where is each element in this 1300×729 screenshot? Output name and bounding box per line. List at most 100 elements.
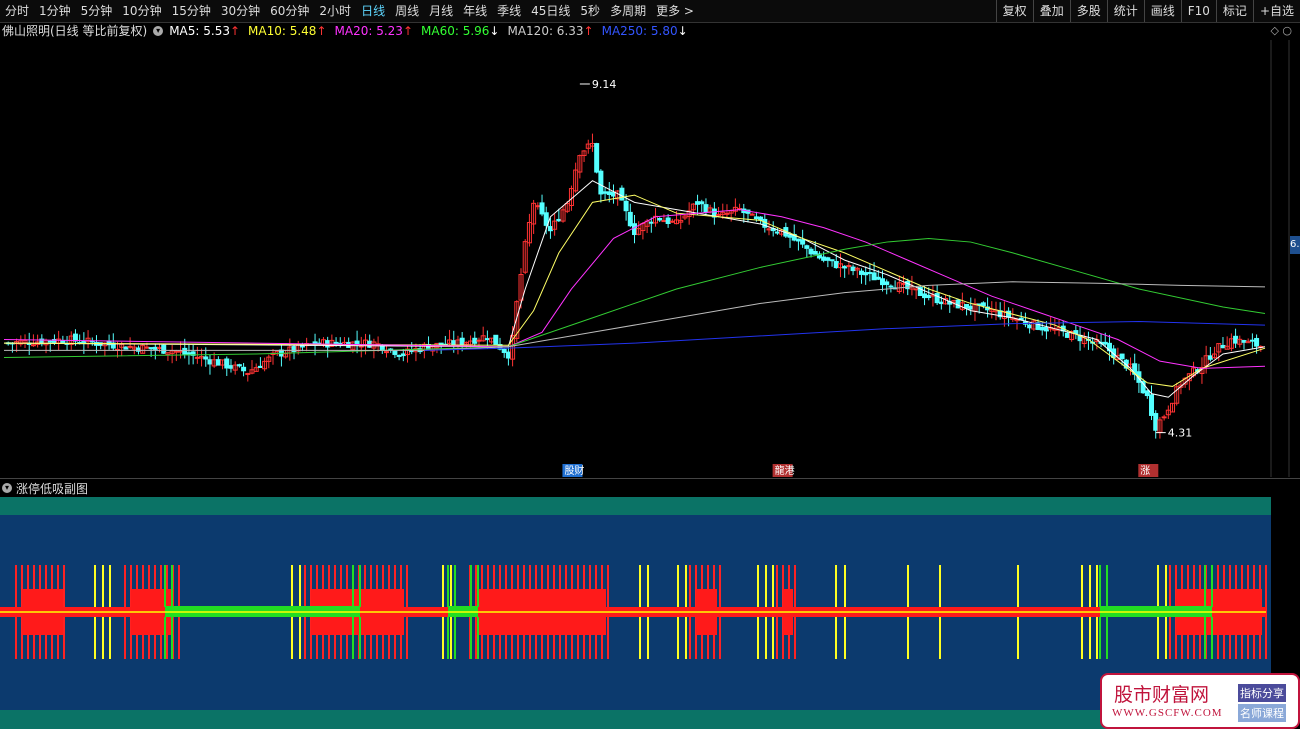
timeframe-tab[interactable]: 分时 xyxy=(0,0,34,22)
event-tag-label: 涨 xyxy=(1140,465,1150,477)
candle-body xyxy=(875,276,881,280)
price-axis-marker: 6. xyxy=(1290,236,1300,254)
toolbar-button[interactable]: 标记 xyxy=(1215,0,1253,22)
trend-arrow-icon: ↑ xyxy=(316,23,327,38)
low-price-label: 4.31 xyxy=(1168,427,1193,440)
timeframe-tab[interactable]: 年线 xyxy=(458,0,492,22)
timeframe-tab[interactable]: 45日线 xyxy=(526,0,575,22)
candle-body xyxy=(850,266,856,272)
timeframe-tab[interactable]: 日线 xyxy=(356,0,390,22)
candle-body xyxy=(207,359,213,365)
candle-body xyxy=(846,265,852,268)
candle-body xyxy=(606,191,612,195)
toolbar-button[interactable]: 画线 xyxy=(1143,0,1181,22)
candle-body xyxy=(980,302,986,307)
candle-body xyxy=(241,366,247,372)
watermark-badge: 名师课程 xyxy=(1238,704,1286,722)
ma-value: MA5: 5.53↑ xyxy=(169,23,241,38)
candle-body xyxy=(774,231,780,234)
candle-body xyxy=(236,364,242,367)
candle-body xyxy=(215,359,221,366)
candle-body xyxy=(1027,324,1033,329)
timeframe-tab[interactable]: 2小时 xyxy=(314,0,356,22)
toolbar-button[interactable]: 复权 xyxy=(995,0,1033,22)
toolbar-button[interactable]: 叠加 xyxy=(1032,0,1070,22)
candle-body xyxy=(400,353,406,357)
candle-body xyxy=(812,251,818,255)
timeframe-tab[interactable]: 10分钟 xyxy=(117,0,166,22)
candle-body xyxy=(493,334,499,346)
candle-body xyxy=(804,245,810,249)
candle-body xyxy=(863,272,869,276)
candle-body xyxy=(484,338,490,341)
candle-body xyxy=(539,202,545,215)
candle-body xyxy=(632,223,637,236)
toolbar-button[interactable]: 统计 xyxy=(1106,0,1144,22)
candle-body xyxy=(934,293,940,304)
candle-body xyxy=(1233,335,1239,344)
candle-body xyxy=(871,272,877,281)
candlestick-chart[interactable]: 9.14 4.31 股财 龍港 涨 xyxy=(0,40,1300,477)
timeframe-tab[interactable]: 5秒 xyxy=(575,0,605,22)
timeframe-tab[interactable]: 季线 xyxy=(492,0,526,22)
timeframe-tab[interactable]: 更多 > xyxy=(651,0,699,22)
timeframe-tab[interactable]: 60分钟 xyxy=(265,0,314,22)
candle-body xyxy=(867,271,873,274)
candle-body xyxy=(913,288,919,291)
candle-body xyxy=(665,217,671,224)
candle-body xyxy=(476,339,482,342)
timeframe-tab[interactable]: 30分钟 xyxy=(216,0,265,22)
collapse-icon[interactable]: ▾ xyxy=(2,483,12,493)
candle-body xyxy=(753,216,759,220)
panel-control-icons[interactable]: ◇ ○ xyxy=(1270,24,1292,37)
candle-body xyxy=(556,218,562,222)
candle-body xyxy=(257,365,263,368)
candle-body xyxy=(245,372,251,375)
ma5-line xyxy=(3,180,1266,398)
toolbar-button[interactable]: 多股 xyxy=(1069,0,1107,22)
candle-body xyxy=(30,344,36,347)
ma-value: MA10: 5.48↑ xyxy=(248,23,327,38)
candle-body xyxy=(926,294,932,298)
candle-body xyxy=(47,340,53,343)
candle-body xyxy=(228,365,234,369)
timeframe-tab[interactable]: 周线 xyxy=(390,0,424,22)
candle-body xyxy=(1153,413,1159,431)
candle-body xyxy=(144,346,150,349)
indicator-info-bar: 佛山照明(日线 等比前复权) ▾ MA5: 5.53↑ MA10: 5.48↑ MA… xyxy=(0,22,1300,39)
candle-body xyxy=(1207,355,1213,360)
candle-body xyxy=(825,257,831,261)
candle-body xyxy=(396,354,402,357)
candle-body xyxy=(127,345,133,348)
timeframe-tab[interactable]: 多周期 xyxy=(605,0,651,22)
candle-body xyxy=(384,351,390,354)
candle-body xyxy=(922,293,928,299)
timeframe-tab[interactable]: 15分钟 xyxy=(167,0,216,22)
candle-body xyxy=(787,234,793,238)
candle-body xyxy=(699,201,705,205)
timeframe-list: 分时 1分钟 5分钟 10分钟 15分钟 30分钟 60分钟 2小时 日线 周线 月线 年线 季线 45日… xyxy=(0,0,699,22)
candle-body xyxy=(669,220,675,223)
candle-body xyxy=(60,340,66,344)
candle-body xyxy=(833,261,839,269)
candle-body xyxy=(795,238,801,242)
candle-body xyxy=(472,337,478,344)
candle-body xyxy=(602,191,608,194)
candle-body xyxy=(695,201,701,205)
collapse-icon[interactable]: ▾ xyxy=(153,25,164,36)
candle-body xyxy=(829,259,835,262)
timeframe-tab[interactable]: 1分钟 xyxy=(34,0,76,22)
timeframe-tab[interactable]: 月线 xyxy=(424,0,458,22)
timeframe-tab[interactable]: 5分钟 xyxy=(76,0,118,22)
candle-body xyxy=(123,346,129,350)
ma-value: MA120: 6.33↑ xyxy=(507,23,594,38)
candle-body xyxy=(459,337,465,346)
toolbar-button[interactable]: F10 xyxy=(1180,0,1216,22)
ma-value: MA20: 5.23↑ xyxy=(334,23,413,38)
candle-body xyxy=(808,248,814,255)
candle-body xyxy=(955,299,961,309)
candle-body xyxy=(964,304,970,309)
trend-arrow-icon: ↓ xyxy=(677,23,688,38)
toolbar-button[interactable]: +自选 xyxy=(1252,0,1300,22)
candle-body xyxy=(610,191,616,197)
